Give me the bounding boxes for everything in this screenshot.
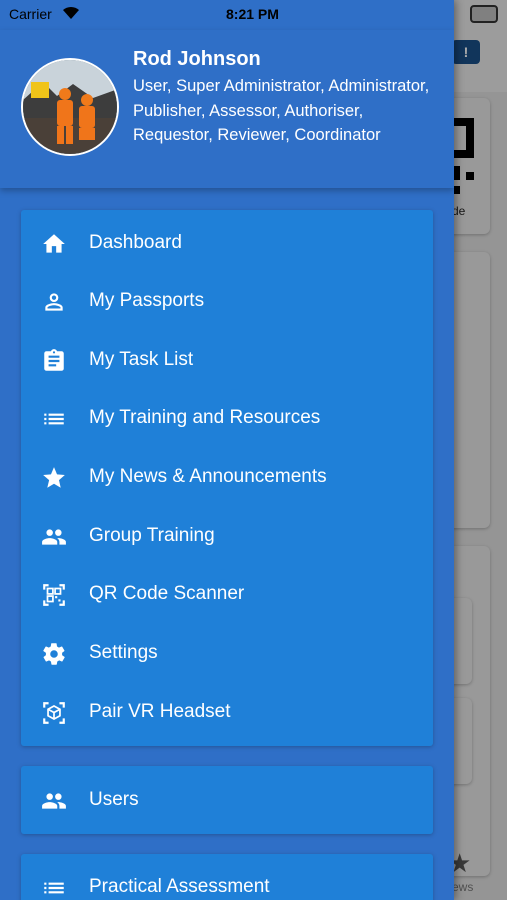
wifi-icon: [63, 6, 79, 20]
menu-item-my-task-list[interactable]: My Task List: [21, 332, 433, 388]
user-name: Rod Johnson: [133, 48, 261, 70]
qr-scan-icon: [43, 584, 65, 606]
menu-item-qr-code-scanner[interactable]: QR Code Scanner: [21, 566, 433, 622]
menu-item-group-training[interactable]: Group Training: [21, 508, 433, 564]
menu-item-label: Dashboard: [89, 232, 182, 253]
person-icon: [45, 293, 63, 311]
menu-item-users[interactable]: Users: [21, 772, 433, 828]
vr-headset-icon: [43, 702, 65, 724]
menu-item-label: My Training and Resources: [89, 407, 321, 428]
status-time: 8:21 PM: [226, 6, 279, 22]
menu-item-label: My Passports: [89, 290, 205, 311]
menu-item-label: Pair VR Headset: [89, 701, 231, 722]
list-icon: [44, 882, 64, 894]
menu-item-my-news-announcements[interactable]: My News & Announcements: [21, 449, 433, 505]
menu-item-label: Users: [89, 789, 139, 810]
user-roles: User, Super Administrator, Administrator…: [133, 77, 430, 144]
status-bar: Carrier 8:21 PM: [0, 0, 454, 30]
home-icon: [43, 234, 65, 253]
menu-item-label: Settings: [89, 642, 158, 663]
gear-icon: [43, 643, 65, 665]
avatar-photo: [23, 60, 117, 154]
menu-item-my-training-and-resources[interactable]: My Training and Resources: [21, 390, 433, 446]
menu-item-my-passports[interactable]: My Passports: [21, 273, 433, 329]
menu-item-label: My News & Announcements: [89, 466, 327, 487]
group-icon: [42, 529, 66, 545]
navigation-drawer: Carrier 8:21 PM Rod Johnson User, Super …: [0, 0, 454, 900]
star-icon: [43, 467, 65, 488]
admin-menu: Users: [21, 766, 433, 834]
menu-item-label: Group Training: [89, 525, 215, 546]
menu-item-pair-vr-headset[interactable]: Pair VR Headset: [21, 684, 433, 740]
assessment-menu: Practical Assessment: [21, 854, 433, 900]
avatar[interactable]: [21, 58, 119, 156]
menu-item-practical-assessment[interactable]: Practical Assessment: [21, 859, 433, 900]
carrier-label: Carrier: [9, 6, 52, 22]
menu-item-label: My Task List: [89, 349, 194, 370]
group-icon: [42, 793, 66, 809]
main-menu: Dashboard My Passports My Task List My T…: [21, 210, 433, 746]
profile-header: Rod Johnson User, Super Administrator, A…: [0, 30, 454, 188]
menu-item-label: Practical Assessment: [89, 876, 270, 897]
menu-item-label: QR Code Scanner: [89, 583, 245, 604]
menu-item-settings[interactable]: Settings: [21, 625, 433, 681]
clipboard-icon: [44, 349, 64, 371]
menu-item-dashboard[interactable]: Dashboard: [21, 215, 433, 271]
list-icon: [44, 413, 64, 425]
